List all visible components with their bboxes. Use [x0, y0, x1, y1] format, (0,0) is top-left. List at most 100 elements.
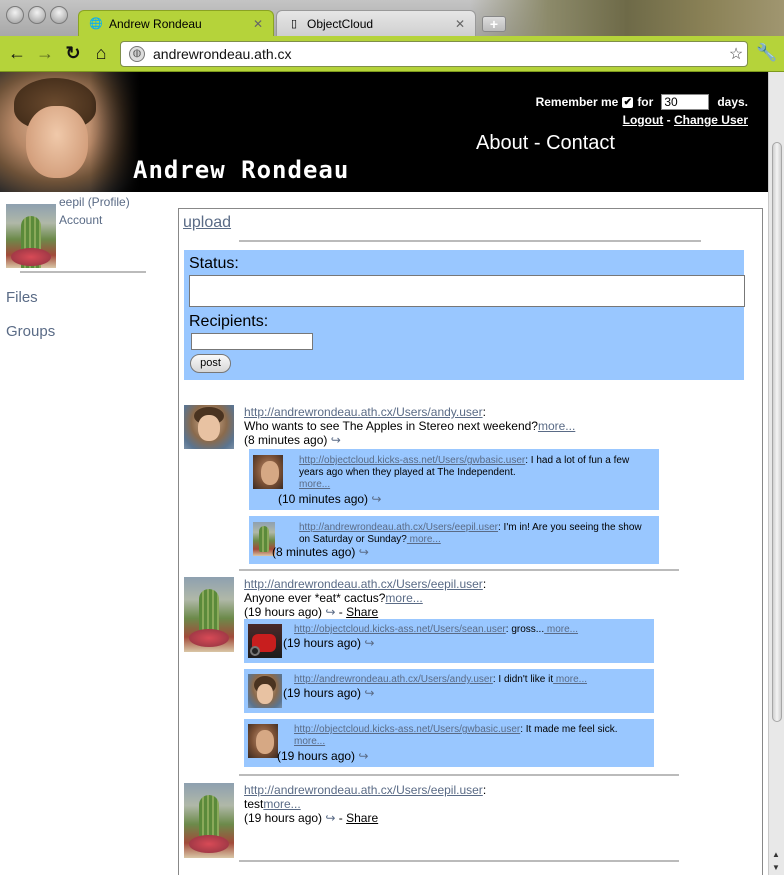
scrollbar-thumb[interactable] — [772, 142, 782, 722]
scroll-down-arrow-icon[interactable]: ▼ — [772, 863, 780, 872]
reply-author-link[interactable]: http://objectcloud.kicks-ass.net/Users/g… — [294, 724, 520, 735]
avatar-wheel — [250, 646, 260, 656]
avatar[interactable] — [248, 724, 278, 758]
reply-arrow-icon[interactable]: ↪ — [358, 749, 368, 763]
avatar[interactable] — [184, 577, 234, 652]
post-time: (19 hours ago) — [244, 811, 323, 825]
reply-time-row: (8 minutes ago) ↪ — [272, 545, 369, 559]
reply-arrow-icon[interactable]: ↪ — [371, 492, 381, 506]
home-icon[interactable]: ⌂ — [90, 42, 112, 64]
logout-link[interactable]: Logout — [623, 113, 664, 127]
avatar[interactable] — [253, 455, 283, 489]
avatar[interactable] — [184, 405, 234, 449]
reply-arrow-icon[interactable]: ↪ — [331, 433, 341, 447]
tab-objectcloud[interactable]: ▯ ObjectCloud ✕ — [276, 10, 476, 36]
sidebar-item-groups[interactable]: Groups — [6, 323, 55, 340]
avatar-face — [257, 684, 273, 704]
post-time: (8 minutes ago) — [244, 433, 328, 447]
close-icon[interactable]: ✕ — [453, 17, 467, 31]
reply-message: : It made me feel sick. — [520, 724, 618, 735]
reply-arrow-icon[interactable]: ↪ — [359, 545, 369, 559]
reply-item: http://andrewrondeau.ath.cx/Users/eepil.… — [249, 516, 659, 564]
avatar[interactable] — [248, 674, 282, 708]
back-arrow-icon[interactable]: ← — [6, 42, 28, 64]
for-label: for — [637, 95, 654, 109]
window-minimize-button[interactable] — [28, 6, 46, 24]
address-bar[interactable]: ◍ andrewrondeau.ath.cx ☆ — [120, 41, 748, 67]
post-author-link[interactable]: http://andrewrondeau.ath.cx/Users/andy.u… — [244, 405, 483, 419]
more-link[interactable]: more... — [544, 624, 578, 635]
post-text: Anyone ever *eat* cactus? — [244, 591, 386, 605]
reply-text: http://andrewrondeau.ath.cx/Users/andy.u… — [294, 674, 646, 686]
address-bar-url[interactable]: andrewrondeau.ath.cx — [153, 46, 725, 62]
more-link[interactable]: more... — [294, 736, 325, 747]
share-link[interactable]: Share — [346, 811, 378, 825]
remember-me-row: Remember me ✔ for 30 days. — [536, 94, 748, 110]
remember-me-label: Remember me — [535, 95, 619, 109]
more-link[interactable]: more... — [553, 674, 587, 685]
reload-icon[interactable]: ↻ — [62, 42, 84, 64]
post-author-link[interactable]: http://andrewrondeau.ath.cx/Users/eepil.… — [244, 577, 483, 591]
page-icon: ▯ — [290, 18, 298, 30]
remember-me-checkbox[interactable]: ✔ — [622, 96, 634, 108]
share-link[interactable]: Share — [346, 605, 378, 619]
more-link[interactable]: more... — [299, 479, 330, 490]
reply-item: http://objectcloud.kicks-ass.net/Users/g… — [249, 449, 659, 510]
reply-author-link[interactable]: http://andrewrondeau.ath.cx/Users/andy.u… — [294, 674, 493, 685]
avatar[interactable] — [184, 783, 234, 858]
new-tab-button[interactable]: + — [482, 16, 506, 32]
reply-author-link[interactable]: http://andrewrondeau.ath.cx/Users/eepil.… — [299, 522, 498, 533]
contact-link[interactable]: Contact — [546, 132, 615, 154]
tab-andrew-rondeau[interactable]: 🌐 Andrew Rondeau ✕ — [78, 10, 274, 36]
page-scrollbar[interactable]: ▲ ▼ — [768, 72, 784, 875]
reply-text: http://objectcloud.kicks-ass.net/Users/g… — [299, 455, 651, 491]
post-time: (19 hours ago) — [244, 605, 323, 619]
header-photo — [0, 72, 140, 192]
reply-time: (19 hours ago) — [277, 749, 356, 763]
days-label: days. — [717, 95, 748, 109]
reply-arrow-icon[interactable]: ↪ — [364, 686, 374, 700]
recipients-input[interactable] — [191, 333, 313, 350]
avatar[interactable] — [248, 624, 282, 658]
upload-divider — [239, 240, 701, 242]
post-button[interactable]: post — [190, 354, 231, 373]
reply-arrow-icon[interactable]: ↪ — [325, 811, 335, 825]
reply-arrow-icon[interactable]: ↪ — [325, 605, 335, 619]
reply-text: http://objectcloud.kicks-ass.net/Users/s… — [294, 624, 646, 636]
avatar[interactable] — [6, 204, 56, 268]
account-link[interactable]: Account — [59, 213, 102, 227]
avatar-face — [261, 461, 279, 485]
forward-arrow-icon[interactable]: → — [34, 42, 56, 64]
avatar-cactus-flowers — [189, 629, 229, 647]
more-link[interactable]: more... — [385, 591, 422, 605]
more-link[interactable]: more... — [538, 419, 575, 433]
change-user-link[interactable]: Change User — [674, 113, 748, 127]
upload-link[interactable]: upload — [183, 214, 231, 232]
reply-arrow-icon[interactable]: ↪ — [364, 636, 374, 650]
sidebar-item-files[interactable]: Files — [6, 289, 38, 306]
bookmark-star-icon[interactable]: ☆ — [725, 44, 747, 64]
tab-label: ObjectCloud — [307, 16, 374, 31]
close-icon[interactable]: ✕ — [251, 17, 265, 31]
post-body: http://andrewrondeau.ath.cx/Users/eepil.… — [244, 783, 487, 825]
reply-message: : I didn't like it — [492, 674, 554, 685]
window-zoom-button[interactable] — [50, 6, 68, 24]
days-input[interactable]: 30 — [661, 94, 710, 110]
auth-separator: - — [666, 113, 671, 127]
more-link[interactable]: more... — [263, 797, 300, 811]
reply-item: http://andrewrondeau.ath.cx/Users/andy.u… — [244, 669, 654, 713]
auth-links: Logout - Change User — [623, 113, 748, 127]
more-link[interactable]: more... — [407, 534, 441, 545]
profile-link[interactable]: eepil (Profile) — [59, 195, 130, 209]
post-body: http://andrewrondeau.ath.cx/Users/andy.u… — [244, 405, 576, 447]
scroll-up-arrow-icon[interactable]: ▲ — [772, 850, 780, 859]
reply-time-row: (19 hours ago) ↪ — [277, 749, 368, 763]
window-close-button[interactable] — [6, 6, 24, 24]
reply-author-link[interactable]: http://objectcloud.kicks-ass.net/Users/g… — [299, 455, 525, 466]
wrench-icon[interactable]: 🔧 — [756, 43, 778, 65]
about-link[interactable]: About — [476, 132, 528, 154]
post-author-link[interactable]: http://andrewrondeau.ath.cx/Users/eepil.… — [244, 783, 483, 797]
reply-author-link[interactable]: http://objectcloud.kicks-ass.net/Users/s… — [294, 624, 506, 635]
nav-separator: - — [533, 132, 541, 154]
status-input[interactable] — [189, 275, 745, 307]
